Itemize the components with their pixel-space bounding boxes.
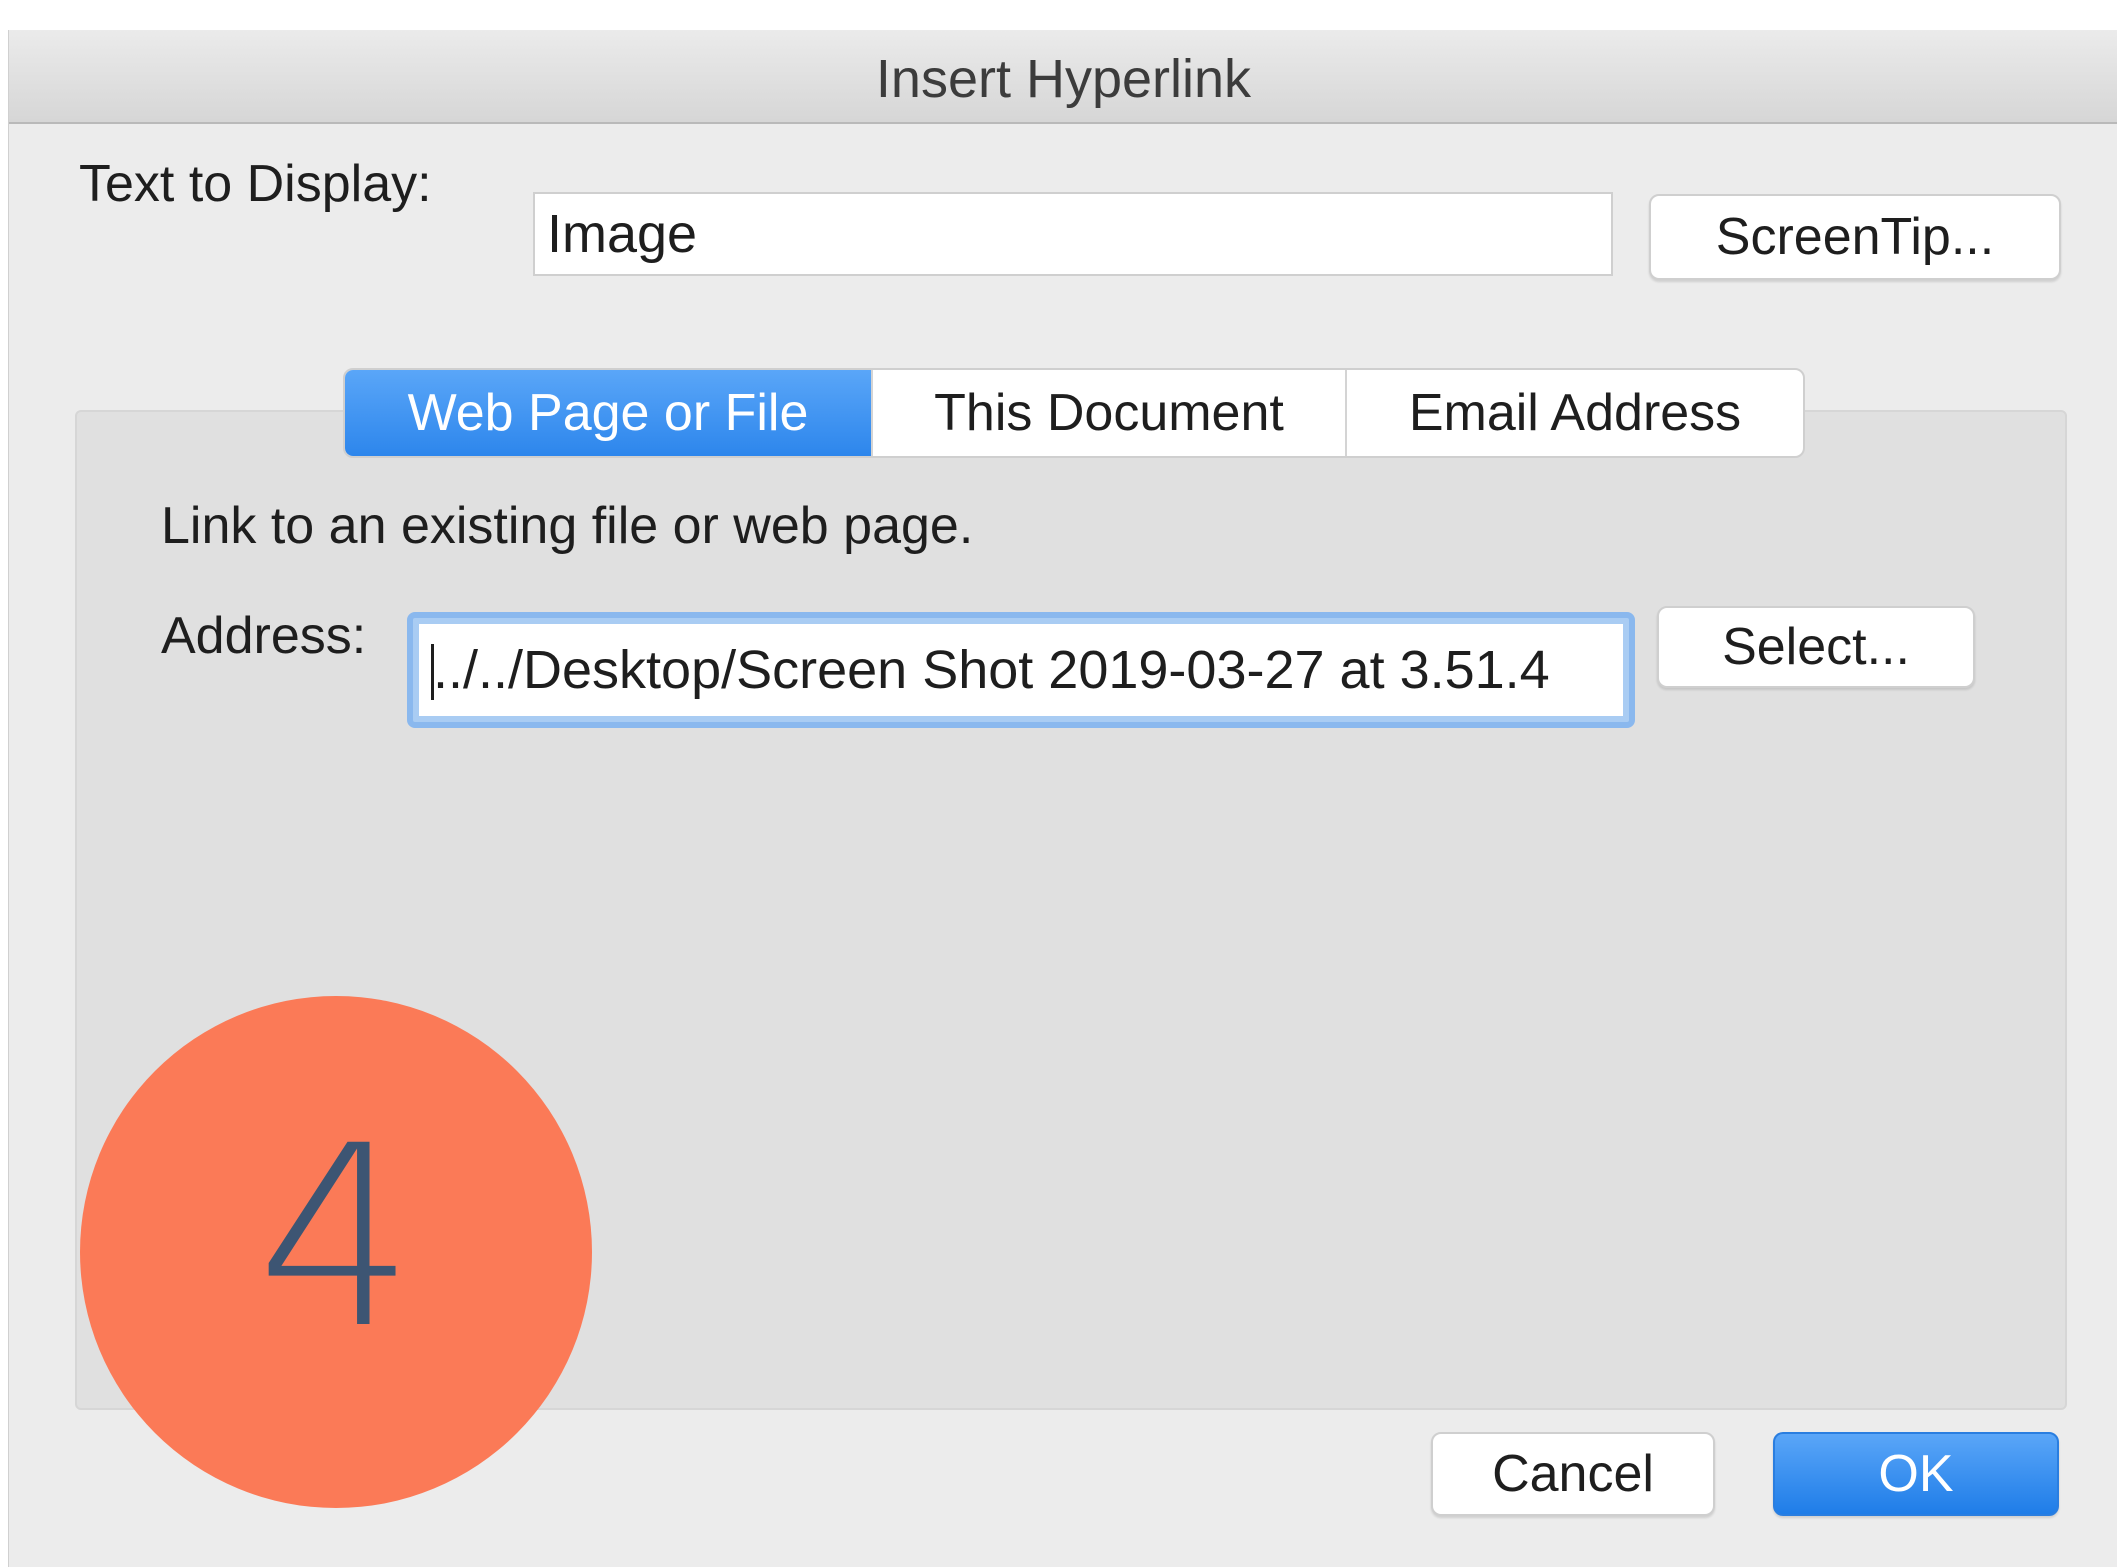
address-value: ../../Desktop/Screen Shot 2019-03-27 at … bbox=[433, 640, 1550, 700]
step-number: 4 bbox=[256, 1092, 416, 1383]
text-to-display-label: Text to Display: bbox=[79, 155, 432, 213]
address-focus-ring: ../../Desktop/Screen Shot 2019-03-27 at … bbox=[407, 612, 1635, 728]
panel-description: Link to an existing file or web page. bbox=[161, 497, 974, 555]
select-button[interactable]: Select... bbox=[1657, 606, 1975, 688]
tab-web-page-or-file[interactable]: Web Page or File bbox=[345, 370, 873, 456]
tab-this-document[interactable]: This Document bbox=[873, 370, 1347, 456]
address-input[interactable]: ../../Desktop/Screen Shot 2019-03-27 at … bbox=[419, 624, 1623, 716]
text-caret bbox=[431, 644, 434, 700]
screentip-button[interactable]: ScreenTip... bbox=[1649, 194, 2061, 280]
title-bar[interactable]: Insert Hyperlink bbox=[9, 30, 2117, 124]
step-number-badge: 4 bbox=[80, 996, 592, 1508]
cancel-button[interactable]: Cancel bbox=[1431, 1432, 1715, 1516]
tab-email-address[interactable]: Email Address bbox=[1347, 370, 1803, 456]
dialog-title: Insert Hyperlink bbox=[875, 49, 1252, 109]
ok-button[interactable]: OK bbox=[1773, 1432, 2059, 1516]
link-type-tabs: Web Page or File This Document Email Add… bbox=[343, 368, 1805, 458]
text-to-display-input[interactable]: Image bbox=[533, 192, 1613, 276]
address-label: Address: bbox=[161, 607, 367, 665]
